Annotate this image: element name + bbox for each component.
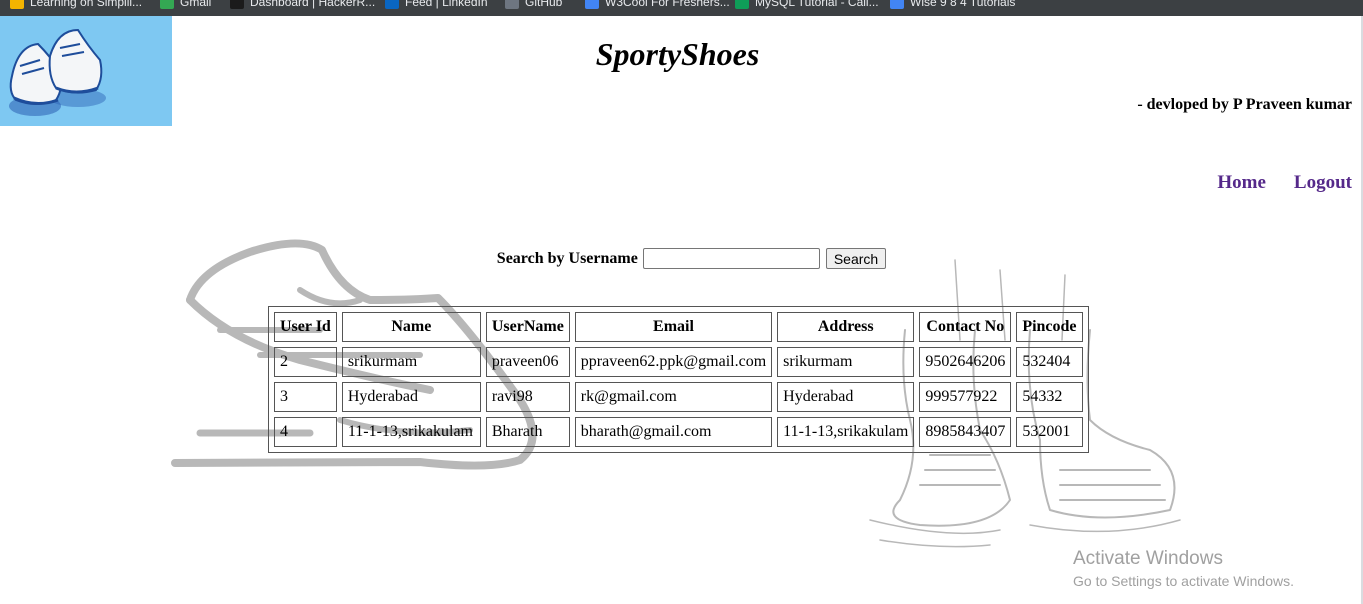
table-row: 4 11-1-13,srikakulam Bharath bharath@gma… <box>274 417 1083 447</box>
column-header-address: Address <box>777 312 915 342</box>
table-header-row: User Id Name UserName Email Address Cont… <box>274 312 1083 342</box>
windows-activation-watermark: Activate Windows Go to Settings to activ… <box>1073 548 1294 589</box>
bookmark-label: Feed | LinkedIn <box>405 0 488 9</box>
search-form: Search by Username Search <box>0 248 1355 269</box>
bookmark-item[interactable]: Feed | LinkedIn <box>385 0 488 10</box>
cell-username: praveen06 <box>485 347 570 377</box>
bookmark-favicon-icon <box>385 0 399 9</box>
column-header-user-id: User Id <box>274 312 337 342</box>
cell-contact-no: 8985843407 <box>919 417 1012 447</box>
bookmark-label: Dashboard | HackerR... <box>250 0 376 9</box>
cell-contact-no: 999577922 <box>919 382 1012 412</box>
cell-user-id: 4 <box>274 417 337 447</box>
page: Learning on Simplil... Gmail Dashboard |… <box>0 0 1363 604</box>
cell-pincode: 532404 <box>1016 347 1083 377</box>
bookmark-favicon-icon <box>890 0 904 9</box>
cell-name: srikurmam <box>341 347 481 377</box>
bookmarks-bar: Learning on Simplil... Gmail Dashboard |… <box>0 0 1363 16</box>
top-nav: Home Logout <box>1217 172 1352 194</box>
cell-email: ppraveen62.ppk@gmail.com <box>574 347 773 377</box>
home-link[interactable]: Home <box>1217 172 1266 194</box>
bookmark-label: GitHub <box>525 0 563 9</box>
bookmark-label: MySQL Tutorial - Call... <box>755 0 879 9</box>
logout-link[interactable]: Logout <box>1294 172 1352 194</box>
column-header-email: Email <box>574 312 773 342</box>
cell-address: srikurmam <box>777 347 915 377</box>
cell-address: 11-1-13,srikakulam <box>777 417 915 447</box>
watermark-title: Activate Windows <box>1073 548 1223 569</box>
bookmark-item[interactable]: Learning on Simplil... <box>10 0 142 10</box>
bookmark-label: Wise 9 8 4 Tutorials <box>910 0 1016 9</box>
cell-pincode: 532001 <box>1016 417 1083 447</box>
bookmark-item[interactable]: Dashboard | HackerR... <box>230 0 375 10</box>
column-header-name: Name <box>341 312 481 342</box>
cell-name: 11-1-13,srikakulam <box>341 417 481 447</box>
cell-pincode: 54332 <box>1016 382 1083 412</box>
column-header-username: UserName <box>485 312 570 342</box>
search-button[interactable]: Search <box>825 248 887 269</box>
column-header-contact-no: Contact No <box>919 312 1012 342</box>
bookmark-label: Learning on Simplil... <box>30 0 143 9</box>
cell-user-id: 2 <box>274 347 337 377</box>
bookmark-item[interactable]: W3Cool For Freshers... <box>585 0 730 10</box>
bookmark-favicon-icon <box>735 0 749 9</box>
bookmark-item[interactable]: GitHub <box>505 0 562 10</box>
cell-name: Hyderabad <box>341 382 481 412</box>
bookmark-favicon-icon <box>505 0 519 9</box>
cell-address: Hyderabad <box>777 382 915 412</box>
background-shoe-illustration <box>171 239 1181 548</box>
bookmark-item[interactable]: Gmail <box>160 0 211 10</box>
bookmark-favicon-icon <box>230 0 244 9</box>
cell-username: Bharath <box>485 417 570 447</box>
developer-credit: - devloped by P Praveen kumar <box>1137 96 1352 113</box>
bookmark-favicon-icon <box>10 0 24 9</box>
search-label: Search by Username <box>496 249 638 267</box>
users-table: User Id Name UserName Email Address Cont… <box>268 306 1089 453</box>
bookmark-item[interactable]: Wise 9 8 4 Tutorials <box>890 0 1015 10</box>
username-search-input[interactable] <box>642 248 820 269</box>
watermark-subtitle: Go to Settings to activate Windows. <box>1073 573 1294 589</box>
users-table-container: User Id Name UserName Email Address Cont… <box>268 306 1089 453</box>
table-row: 2 srikurmam praveen06 ppraveen62.ppk@gma… <box>274 347 1083 377</box>
cell-user-id: 3 <box>274 382 337 412</box>
cell-email: bharath@gmail.com <box>574 417 773 447</box>
bookmark-item[interactable]: MySQL Tutorial - Call... <box>735 0 879 10</box>
bookmark-label: W3Cool For Freshers... <box>605 0 730 9</box>
cell-username: ravi98 <box>485 382 570 412</box>
cell-email: rk@gmail.com <box>574 382 773 412</box>
bookmark-label: Gmail <box>180 0 212 9</box>
column-header-pincode: Pincode <box>1016 312 1083 342</box>
table-row: 3 Hyderabad ravi98 rk@gmail.com Hyderaba… <box>274 382 1083 412</box>
cell-contact-no: 9502646206 <box>919 347 1012 377</box>
bookmark-favicon-icon <box>160 0 174 9</box>
bookmark-favicon-icon <box>585 0 599 9</box>
site-title: SportyShoes <box>595 36 760 72</box>
